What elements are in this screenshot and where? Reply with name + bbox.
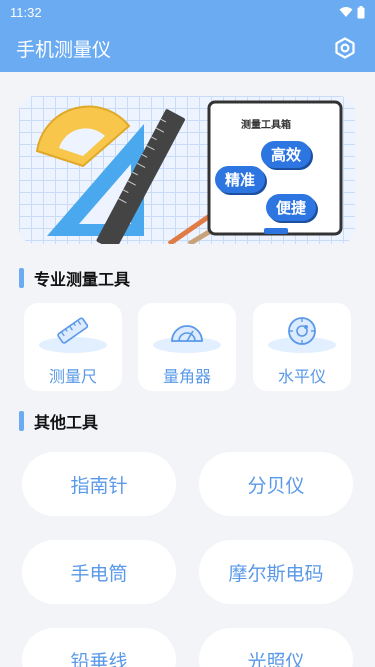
status-bar: 11:32: [0, 0, 375, 24]
tool-card-level[interactable]: 水平仪: [253, 303, 351, 391]
section-professional: 专业测量工具: [19, 266, 130, 290]
decibel-meter-button[interactable]: 分贝仪: [199, 452, 353, 516]
bubble-convenient: 便捷: [266, 194, 317, 221]
section-other: 其他工具: [19, 409, 98, 433]
banner-illustration: [35, 100, 343, 244]
section-accent-bar: [19, 268, 24, 288]
tool-label: 量角器: [162, 367, 211, 386]
tool-label: 测量尺: [48, 367, 97, 386]
ruler-icon: [57, 317, 89, 344]
bubble-accurate: 精准: [215, 166, 266, 193]
app-bar: 手机测量仪: [0, 24, 375, 72]
flashlight-button[interactable]: 手电筒: [22, 540, 176, 604]
light-meter-button[interactable]: 光照仪: [199, 628, 353, 667]
protractor-illustration: [35, 105, 131, 168]
settings-button[interactable]: [331, 34, 359, 62]
section-title: 其他工具: [34, 413, 99, 432]
bubble-efficient: 高效: [261, 141, 312, 168]
battery-icon: [357, 5, 365, 18]
plumb-line-button[interactable]: 铅垂线: [22, 628, 176, 667]
board-title: 测量工具箱: [241, 120, 291, 131]
tool-label: 水平仪: [277, 367, 326, 386]
gear-hexagon-icon: [335, 37, 355, 59]
wifi-icon: [339, 7, 353, 17]
level-icon: [288, 317, 316, 345]
section-title: 专业测量工具: [34, 270, 131, 289]
tool-card-ruler[interactable]: 测量尺: [24, 303, 122, 391]
page-title: 手机测量仪: [16, 38, 112, 61]
status-time: 11:32: [10, 4, 42, 20]
status-icons: [339, 5, 365, 19]
compass-button[interactable]: 指南针: [22, 452, 176, 516]
section-accent-bar: [19, 411, 24, 431]
protractor-icon: [171, 325, 203, 342]
banner[interactable]: 测量工具箱 高效 精准 便捷: [19, 96, 355, 244]
morse-code-button[interactable]: 摩尔斯电码: [199, 540, 353, 604]
tool-card-protractor[interactable]: 量角器: [138, 303, 236, 391]
